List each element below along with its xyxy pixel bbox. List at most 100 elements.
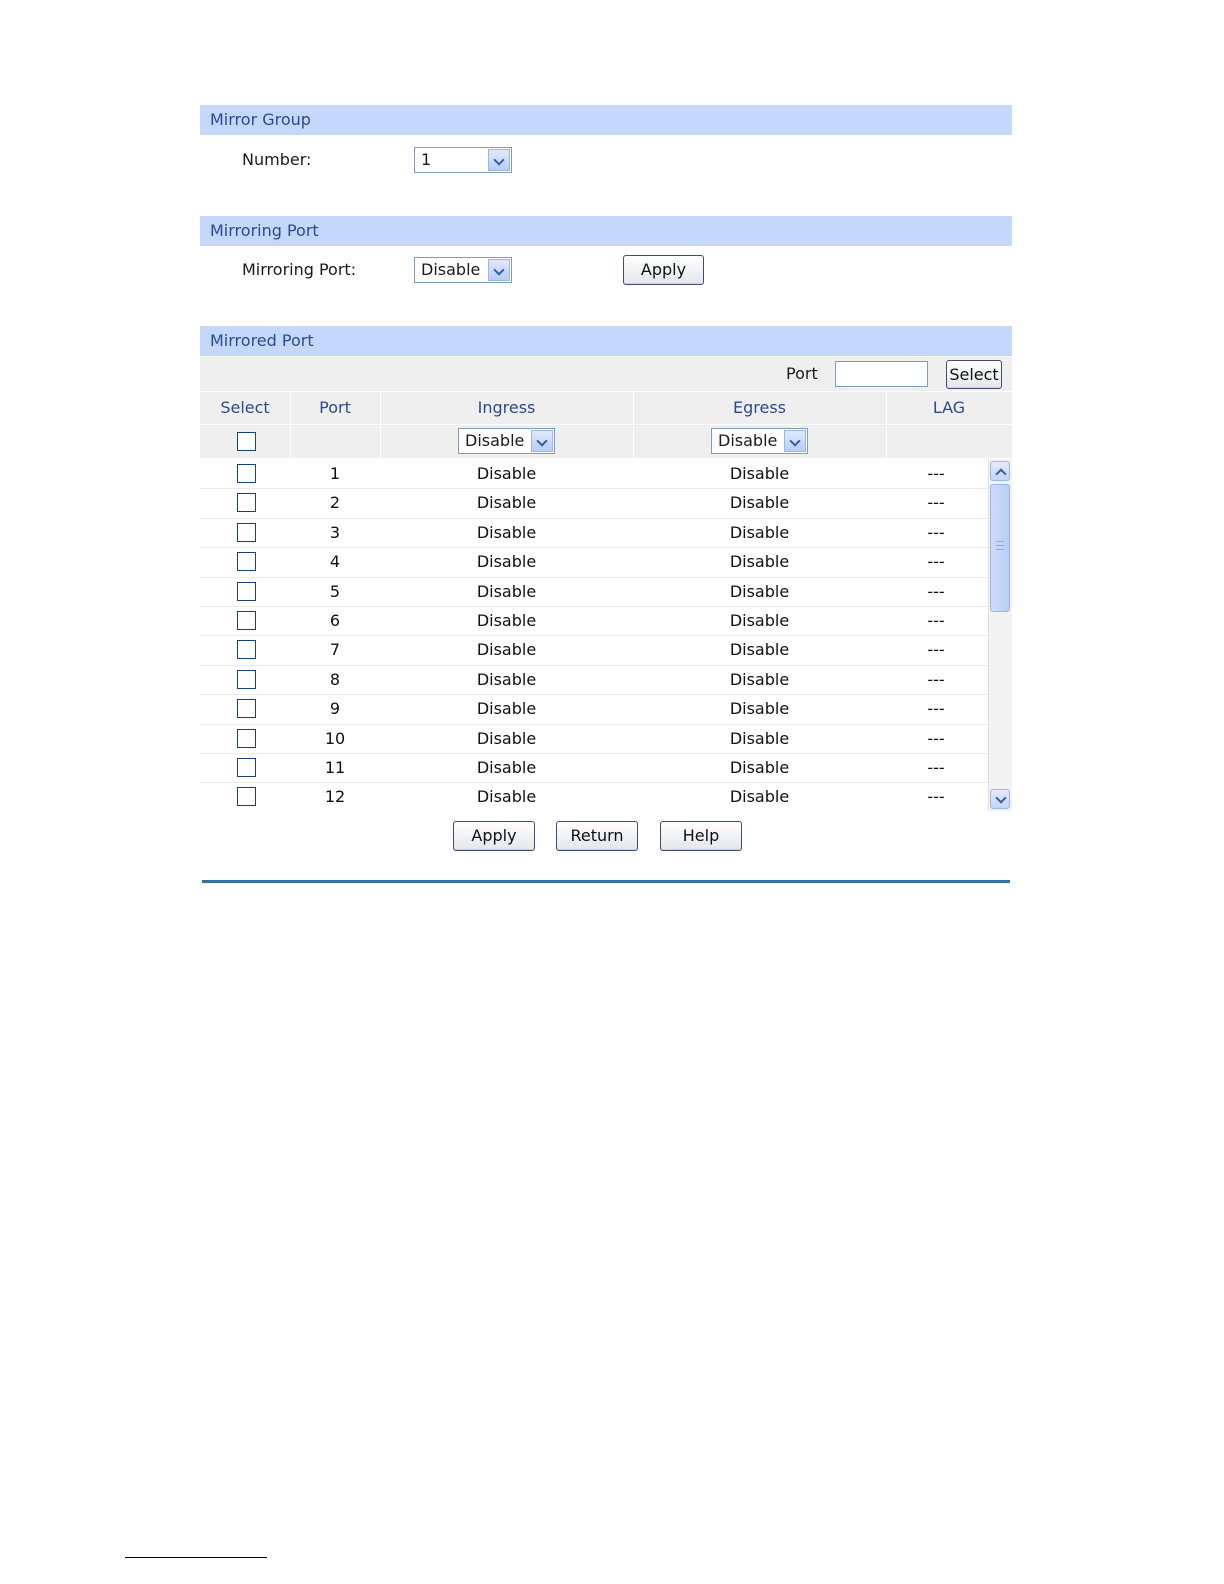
mirror-group-header: Mirror Group xyxy=(200,105,1012,135)
ingress-cell: Disable xyxy=(476,581,537,601)
mirroring-port-select-value: Disable xyxy=(421,260,481,279)
row-select-checkbox[interactable] xyxy=(237,611,256,630)
table-row: 6 Disable Disable --- xyxy=(200,606,988,635)
scroll-grip xyxy=(996,545,1004,546)
all-ingress-select[interactable]: Disable xyxy=(458,428,555,454)
egress-cell: Disable xyxy=(729,581,790,601)
port-cell: 12 xyxy=(324,787,346,807)
lag-cell: --- xyxy=(927,758,945,777)
lag-cell: --- xyxy=(927,640,945,660)
scroll-grip xyxy=(996,549,1004,550)
table-row: 8 Disable Disable --- xyxy=(200,665,988,694)
all-egress-select[interactable]: Disable xyxy=(711,428,808,454)
table-row: 2 Disable Disable --- xyxy=(200,488,988,517)
row-select-checkbox[interactable] xyxy=(237,493,256,513)
egress-cell: Disable xyxy=(729,640,790,660)
help-button[interactable]: Help xyxy=(660,821,742,851)
lag-cell: --- xyxy=(927,493,945,513)
row-select-checkbox[interactable] xyxy=(237,552,256,572)
row-select-checkbox[interactable] xyxy=(237,464,256,483)
port-cell: 11 xyxy=(324,758,346,777)
port-cell: 5 xyxy=(329,581,341,601)
row-select-checkbox[interactable] xyxy=(237,522,256,542)
ingress-cell: Disable xyxy=(476,611,537,630)
egress-cell: Disable xyxy=(729,669,790,689)
bottom-divider xyxy=(202,880,1010,883)
table-row: 11 Disable Disable --- xyxy=(200,753,988,782)
port-select-button[interactable]: Select xyxy=(946,360,1002,389)
row-select-checkbox[interactable] xyxy=(237,787,256,807)
chevron-down-icon[interactable] xyxy=(488,149,510,171)
egress-cell: Disable xyxy=(729,493,790,513)
number-select-value: 1 xyxy=(421,150,432,169)
column-header-port: Port xyxy=(319,398,351,417)
column-header-egress: Egress xyxy=(732,398,786,417)
header-divider xyxy=(200,424,1012,425)
scroll-thumb[interactable] xyxy=(990,484,1010,612)
lag-cell: --- xyxy=(927,464,945,483)
scroll-grip xyxy=(996,541,1004,542)
egress-cell: Disable xyxy=(729,699,790,719)
port-cell: 2 xyxy=(329,493,341,513)
scroll-up-icon[interactable] xyxy=(990,461,1010,481)
scroll-down-icon[interactable] xyxy=(990,789,1010,809)
table-row: 4 Disable Disable --- xyxy=(200,547,988,576)
row-select-checkbox[interactable] xyxy=(237,640,256,660)
row-select-checkbox[interactable] xyxy=(237,728,256,748)
mirrored-port-header: Mirrored Port xyxy=(200,326,1012,356)
chevron-down-icon[interactable] xyxy=(784,430,806,452)
table-row: 5 Disable Disable --- xyxy=(200,577,988,606)
egress-cell: Disable xyxy=(729,758,790,777)
select-all-checkbox[interactable] xyxy=(237,432,256,451)
port-filter-input[interactable] xyxy=(835,361,928,387)
mirroring-port-header: Mirroring Port xyxy=(200,216,1012,246)
egress-cell: Disable xyxy=(729,611,790,630)
port-cell: 4 xyxy=(329,552,341,572)
apply-button[interactable]: Apply xyxy=(453,821,535,851)
egress-cell: Disable xyxy=(729,522,790,542)
row-select-checkbox[interactable] xyxy=(237,699,256,719)
mirroring-port-label: Mirroring Port: xyxy=(242,260,357,279)
ingress-cell: Disable xyxy=(476,640,537,660)
table-row: 7 Disable Disable --- xyxy=(200,635,988,664)
table-row: 1 Disable Disable --- xyxy=(200,459,988,488)
column-header-lag: LAG xyxy=(932,398,966,417)
lag-cell: --- xyxy=(927,787,945,807)
lag-cell: --- xyxy=(927,581,945,601)
table-row: 3 Disable Disable --- xyxy=(200,518,988,547)
ingress-cell: Disable xyxy=(476,464,537,483)
ingress-cell: Disable xyxy=(476,728,537,748)
return-button[interactable]: Return xyxy=(556,821,638,851)
mirroring-port-title: Mirroring Port xyxy=(210,221,319,240)
chevron-down-icon[interactable] xyxy=(488,259,510,281)
table-row: 12 Disable Disable --- xyxy=(200,782,988,811)
mirroring-port-select[interactable]: Disable xyxy=(414,257,512,283)
lag-cell: --- xyxy=(927,611,945,630)
chevron-down-icon[interactable] xyxy=(531,430,553,452)
port-cell: 1 xyxy=(329,464,341,483)
mirroring-port-apply-button[interactable]: Apply xyxy=(623,255,704,285)
ingress-cell: Disable xyxy=(476,552,537,572)
egress-cell: Disable xyxy=(729,728,790,748)
column-header-ingress: Ingress xyxy=(477,398,536,417)
lag-cell: --- xyxy=(927,669,945,689)
port-cell: 6 xyxy=(329,611,341,630)
ingress-cell: Disable xyxy=(476,669,537,689)
port-cell: 9 xyxy=(329,699,341,719)
table-row: 9 Disable Disable --- xyxy=(200,694,988,723)
egress-cell: Disable xyxy=(729,552,790,572)
lag-cell: --- xyxy=(927,699,945,719)
number-select[interactable]: 1 xyxy=(414,147,512,173)
lag-cell: --- xyxy=(927,522,945,542)
egress-cell: Disable xyxy=(729,464,790,483)
mirror-group-title: Mirror Group xyxy=(210,110,311,129)
row-select-checkbox[interactable] xyxy=(237,581,256,601)
table-row: 10 Disable Disable --- xyxy=(200,724,988,753)
row-select-checkbox[interactable] xyxy=(237,669,256,689)
port-cell: 7 xyxy=(329,640,341,660)
egress-cell: Disable xyxy=(729,787,790,807)
ingress-cell: Disable xyxy=(476,699,537,719)
ingress-cell: Disable xyxy=(476,758,537,777)
row-select-checkbox[interactable] xyxy=(237,758,256,777)
footnote-rule xyxy=(125,1557,267,1558)
